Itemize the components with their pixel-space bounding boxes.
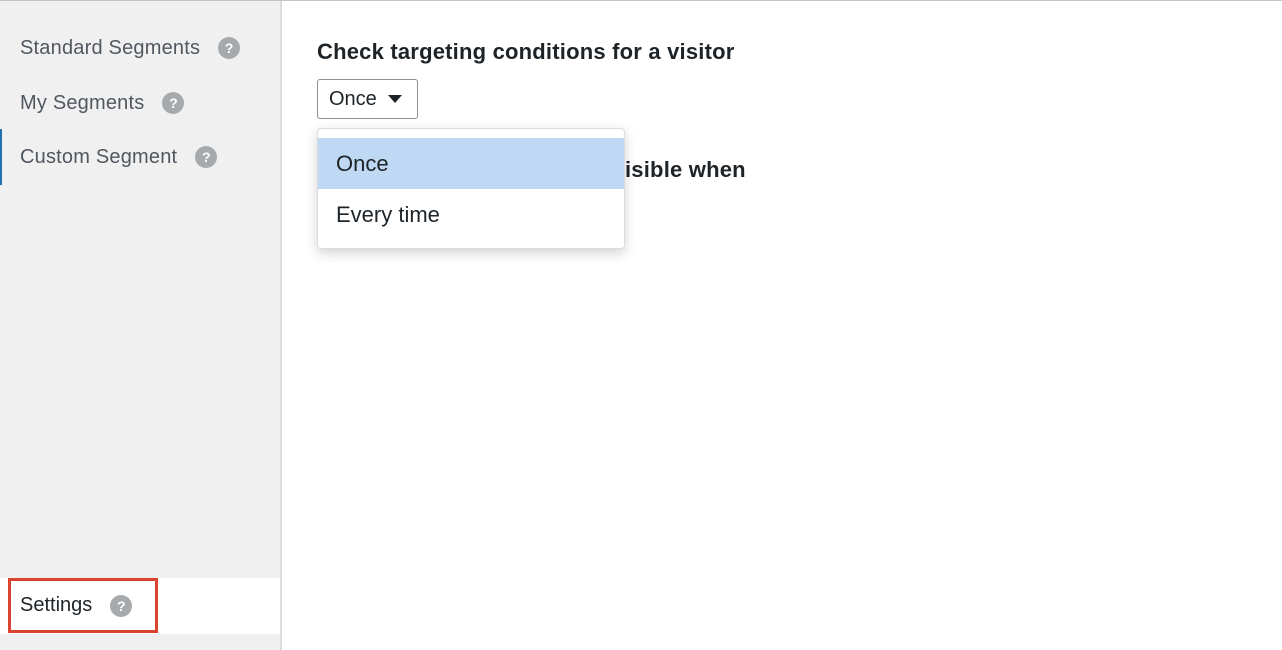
caret-down-icon xyxy=(387,95,402,103)
sidebar-item-settings[interactable]: Settings ? xyxy=(8,578,158,633)
section-heading-2-text: isible when xyxy=(625,157,746,182)
sidebar-item-label: My Segments xyxy=(20,91,145,114)
check-frequency-select[interactable]: Once xyxy=(317,79,418,119)
option-once[interactable]: Once xyxy=(318,138,624,189)
main-content: Check targeting conditions for a visitor… xyxy=(284,1,1282,650)
sidebar-item-label: Custom Segment xyxy=(20,145,178,168)
sidebar-item-settings-row: Settings ? xyxy=(0,578,280,634)
select-dropdown-menu: Once Every time xyxy=(317,128,625,249)
sidebar-item-label: Settings xyxy=(20,594,93,616)
select-value: Once xyxy=(329,87,377,110)
help-icon[interactable]: ? xyxy=(162,92,185,114)
option-every-time[interactable]: Every time xyxy=(318,189,624,240)
sidebar-item-standard-segments[interactable]: Standard Segments ? xyxy=(0,28,280,68)
section-heading: Check targeting conditions for a visitor xyxy=(317,39,735,64)
sidebar-item-my-segments[interactable]: My Segments ? xyxy=(0,83,280,123)
sidebar-item-custom-segment[interactable]: Custom Segment ? xyxy=(0,129,280,185)
app-window: Standard Segments ? My Segments ? Custom… xyxy=(0,0,1282,650)
help-icon[interactable]: ? xyxy=(195,146,218,168)
sidebar: Standard Segments ? My Segments ? Custom… xyxy=(0,1,282,650)
sidebar-item-label: Standard Segments xyxy=(20,36,201,59)
help-icon[interactable]: ? xyxy=(110,594,133,617)
help-icon[interactable]: ? xyxy=(218,37,241,59)
